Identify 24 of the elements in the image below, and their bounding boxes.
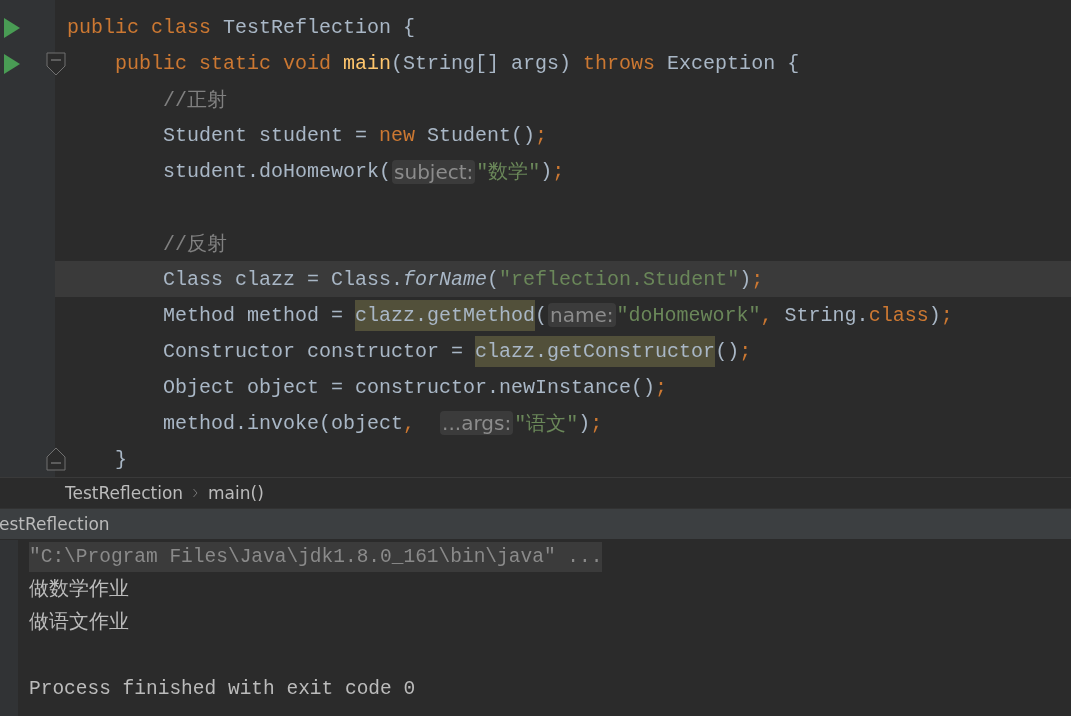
code-line: Class clazz = Class.forName("reflection.Student"); [162, 267, 764, 291]
breadcrumb-item[interactable]: TestReflection [65, 483, 184, 503]
code-line: public class TestReflection { [67, 16, 416, 40]
code-line: student.doHomework(subject:"数学"); [162, 158, 565, 186]
console-output: 做数学作业 [29, 577, 129, 603]
run-icon[interactable] [4, 53, 20, 74]
code-line: public static void main(String[] args) throws Exception { [114, 52, 800, 76]
code-line: Constructor constructor = clazz.getConstructor(); [67, 335, 752, 367]
chevron-icon [193, 488, 199, 498]
code-line: //反射 [162, 232, 228, 257]
code-line: method.invoke(object, ...args:"语文"); [162, 410, 603, 437]
fold-icon[interactable] [46, 51, 66, 76]
code-line: //正射 [162, 88, 228, 114]
fold-icon[interactable] [46, 447, 66, 471]
code-line: Object object = constructor.newInstance(); [162, 375, 668, 399]
console-output: Process finished with exit code 0 [29, 677, 416, 702]
breadcrumb-item[interactable]: main() [208, 483, 264, 503]
console-command: "C:\Program Files\Java\jdk1.8.0_161\bin\java" ... [29, 542, 603, 572]
code-line: } [114, 447, 127, 471]
code-line: Method method = clazz.getMethod(name:"doHomework", String.class); [67, 299, 953, 331]
code-line: Student student = new Student(); [162, 124, 548, 148]
console-output: 做语文作业 [29, 610, 129, 636]
console-tab-title[interactable]: estReflection [0, 514, 110, 534]
run-icon[interactable] [4, 17, 20, 38]
